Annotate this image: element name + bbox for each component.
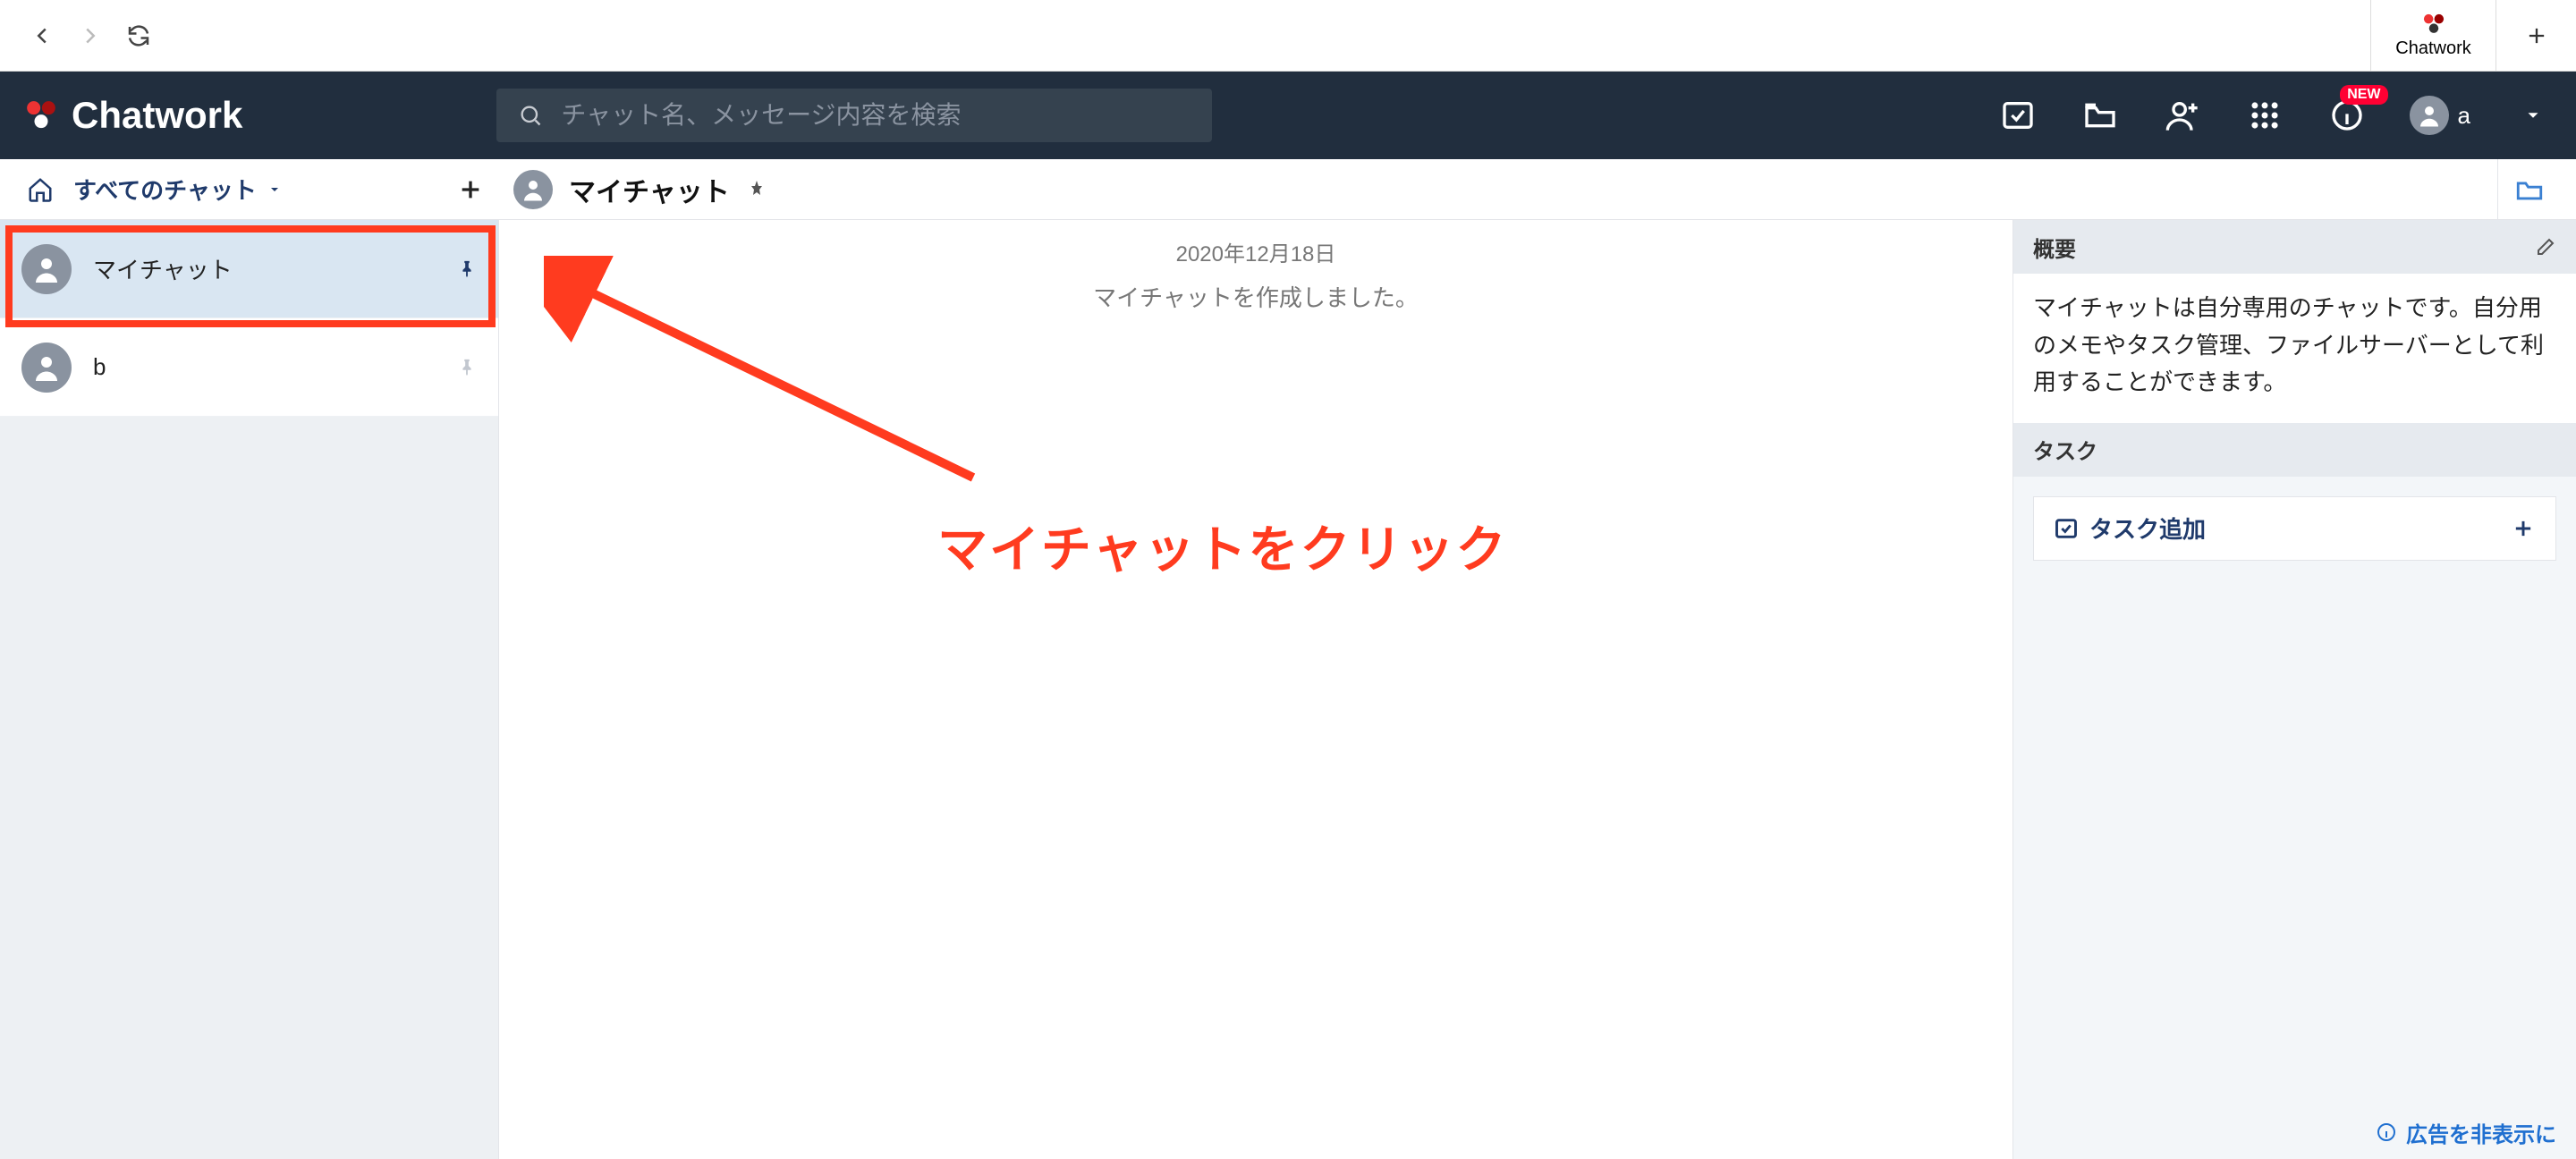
overview-description: マイチャットは自分専用のチャットです。自分用のメモやタスク管理、ファイルサーバー… bbox=[2013, 274, 2576, 423]
right-panel: 概要 マイチャットは自分専用のチャットです。自分用のメモやタスク管理、ファイルサ… bbox=[2012, 220, 2576, 1159]
check-box-icon bbox=[2054, 516, 2079, 541]
app-header: Chatwork NEW a bbox=[0, 72, 2576, 159]
filter-label: すべてのチャット bbox=[73, 173, 257, 206]
avatar-icon bbox=[21, 343, 72, 393]
brand-name: Chatwork bbox=[72, 94, 242, 137]
pin-icon[interactable] bbox=[457, 259, 477, 279]
apps-grid-icon[interactable] bbox=[2245, 96, 2284, 135]
nav-forward-button bbox=[66, 12, 114, 60]
chevron-down-icon bbox=[267, 182, 282, 197]
annotation-arrow bbox=[544, 256, 991, 488]
room-title-bar: マイチャット bbox=[499, 170, 767, 209]
files-icon[interactable] bbox=[2080, 96, 2120, 135]
pencil-icon bbox=[2535, 236, 2556, 258]
chatwork-logo-icon bbox=[23, 97, 59, 133]
room-name: マイチャット bbox=[569, 170, 730, 209]
room-item-label: b bbox=[93, 353, 106, 381]
add-chat-button[interactable] bbox=[456, 175, 485, 204]
new-tab-button[interactable] bbox=[2496, 0, 2576, 72]
task-header-label: タスク bbox=[2033, 434, 2097, 465]
user-name: a bbox=[2458, 102, 2470, 130]
tasks-icon[interactable] bbox=[1998, 96, 2038, 135]
folder-panel-toggle[interactable] bbox=[2497, 159, 2560, 219]
reload-button[interactable] bbox=[114, 12, 163, 60]
pin-icon[interactable] bbox=[457, 358, 477, 377]
chat-area: 2020年12月18日 マイチャットを作成しました。 マイチャットをクリック bbox=[499, 220, 2012, 1159]
add-task-label: タスク追加 bbox=[2089, 512, 2206, 545]
browser-toolbar: Chatwork bbox=[0, 0, 2576, 72]
chat-filter-dropdown[interactable]: すべてのチャット bbox=[73, 173, 282, 206]
annotation-text: マイチャットをクリック bbox=[937, 510, 1507, 582]
search-icon bbox=[518, 103, 543, 128]
pin-icon[interactable] bbox=[746, 179, 767, 200]
tab-label: Chatwork bbox=[2395, 38, 2470, 59]
menu-dropdown-icon[interactable] bbox=[2513, 96, 2553, 135]
sub-header: すべてのチャット マイチャット bbox=[0, 159, 2576, 220]
room-item-mychat[interactable]: マイチャット bbox=[0, 220, 498, 318]
nav-back-button[interactable] bbox=[18, 12, 66, 60]
chatwork-favicon bbox=[2421, 12, 2446, 37]
add-contact-icon[interactable] bbox=[2163, 96, 2202, 135]
search-box[interactable] bbox=[496, 89, 1212, 142]
room-list-sidebar: マイチャット b bbox=[0, 220, 499, 1159]
overview-header-label: 概要 bbox=[2033, 232, 2076, 263]
browser-tab-chatwork[interactable]: Chatwork bbox=[2370, 0, 2496, 72]
info-icon bbox=[2376, 1121, 2397, 1143]
info-icon[interactable]: NEW bbox=[2327, 96, 2367, 135]
hide-ad-link[interactable]: 広告を非表示に bbox=[2013, 1105, 2576, 1159]
room-item-b[interactable]: b bbox=[0, 318, 498, 417]
room-item-label: マイチャット bbox=[93, 252, 233, 285]
edit-overview-button[interactable] bbox=[2535, 236, 2556, 258]
new-badge: NEW bbox=[2340, 85, 2387, 105]
task-header: タスク bbox=[2013, 423, 2576, 477]
user-menu[interactable]: a bbox=[2410, 96, 2470, 135]
avatar-icon bbox=[21, 244, 72, 294]
overview-header: 概要 bbox=[2013, 220, 2576, 274]
room-avatar-icon bbox=[513, 170, 553, 209]
hide-ad-label: 広告を非表示に bbox=[2406, 1117, 2556, 1148]
add-task-button[interactable]: タスク追加 bbox=[2033, 496, 2556, 561]
plus-icon bbox=[2511, 516, 2536, 541]
search-input[interactable] bbox=[561, 101, 1191, 130]
brand-logo[interactable]: Chatwork bbox=[23, 94, 242, 137]
avatar-icon bbox=[2410, 96, 2449, 135]
home-icon[interactable] bbox=[27, 176, 54, 203]
